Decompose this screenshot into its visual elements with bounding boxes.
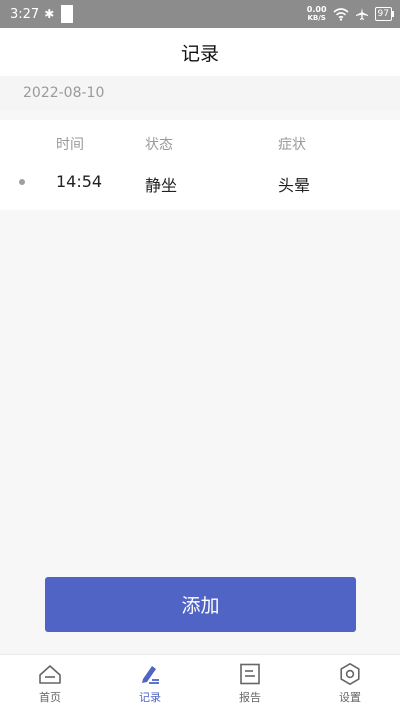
record-symptom: 头晕 xyxy=(278,176,311,195)
column-header-time: 时间 xyxy=(56,137,84,153)
network-speed-value: 0.00 xyxy=(306,5,327,14)
record-time: 14:54 xyxy=(56,172,103,191)
tab-home[interactable]: 首页 xyxy=(0,655,100,712)
home-icon xyxy=(39,665,61,684)
column-header-state: 状态 xyxy=(145,137,173,153)
gear-icon xyxy=(340,663,360,685)
airplane-icon xyxy=(355,8,368,20)
record-bullet-icon xyxy=(19,179,25,185)
date-header: 2022-08-10 xyxy=(0,76,400,110)
status-bar: 3:27 ✱ 0.00 KB/S 97 xyxy=(0,0,400,28)
tab-settings[interactable]: 设置 xyxy=(300,655,400,712)
bluetooth-icon: ✱ xyxy=(44,7,55,21)
tab-settings-label: 设置 xyxy=(339,691,361,704)
tab-report-label: 报告 xyxy=(239,691,261,704)
pen-icon xyxy=(142,666,159,684)
wifi-icon xyxy=(333,7,349,21)
record-card: 时间 状态 症状 14:54 静坐 头晕 xyxy=(0,120,400,210)
tab-records-label: 记录 xyxy=(139,691,161,704)
tab-bar: 首页 记录 报告 设置 xyxy=(0,654,400,712)
notification-icon xyxy=(61,5,74,23)
tab-records[interactable]: 记录 xyxy=(100,655,200,712)
report-icon xyxy=(240,663,260,685)
navigation-bar: 记录 xyxy=(0,28,400,76)
network-speed: 0.00 KB/S xyxy=(306,5,327,23)
tab-report[interactable]: 报告 xyxy=(200,655,300,712)
column-header-symptom: 症状 xyxy=(278,137,306,153)
status-time: 3:27 xyxy=(10,6,40,22)
add-button[interactable]: 添加 xyxy=(45,577,356,632)
record-state: 静坐 xyxy=(145,176,178,195)
tab-home-label: 首页 xyxy=(39,691,61,704)
record-date: 2022-08-10 xyxy=(23,85,105,101)
battery-icon: 97 xyxy=(374,7,395,21)
network-speed-unit: KB/S xyxy=(307,14,326,22)
page-title: 记录 xyxy=(180,42,219,65)
